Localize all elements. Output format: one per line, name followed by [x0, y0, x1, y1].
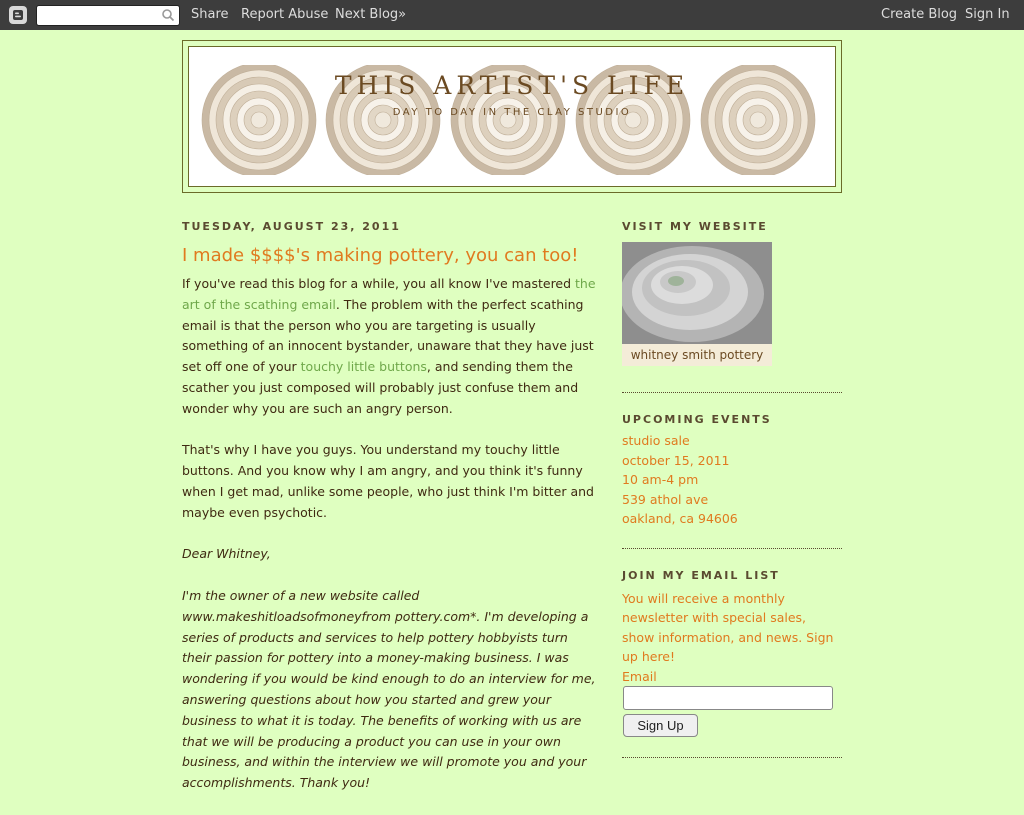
- event-line: 539 athol ave: [622, 491, 709, 507]
- post-date: TUESDAY, AUGUST 23, 2011: [182, 220, 401, 233]
- post-paragraph-3: Dear Whitney,: [182, 546, 271, 562]
- event-line: oakland, ca 94606: [622, 511, 738, 526]
- divider: [622, 757, 842, 758]
- divider: [622, 547, 842, 549]
- sign-up-button[interactable]: Sign Up: [623, 714, 698, 737]
- divider: [622, 392, 842, 393]
- email-list-description: You will receive a monthly newsletter wi…: [622, 590, 834, 665]
- create-blog-link[interactable]: Create Blog: [881, 7, 957, 22]
- header-banner: THIS ARTIST'S LIFE DAY TO DAY IN THE CLA…: [188, 46, 836, 187]
- event-line: 10 am-4 pm: [622, 472, 699, 487]
- blog-description: DAY TO DAY IN THE CLAY STUDIO: [392, 107, 632, 118]
- post-text: If you've read this blog for a while, yo…: [182, 276, 576, 291]
- email-list-heading: JOIN MY EMAIL LIST: [622, 568, 780, 582]
- sidebar: VISIT MY WEBSITE whitney smith pottery U…: [622, 220, 842, 758]
- post-body: If you've read this blog for a while, yo…: [182, 274, 596, 794]
- sign-in-link[interactable]: Sign In: [965, 7, 1010, 22]
- post-title[interactable]: I made $$$$'s making pottery, you can to…: [182, 244, 596, 268]
- website-caption: whitney smith pottery: [622, 344, 772, 366]
- event-line: studio sale: [622, 433, 690, 448]
- blogger-logo-icon[interactable]: [9, 6, 27, 24]
- report-abuse-link[interactable]: Report Abuse: [241, 7, 328, 22]
- events-list: studio sale october 15, 2011 10 am-4 pm …: [622, 431, 842, 529]
- next-blog-link[interactable]: Next Blog»: [335, 7, 406, 22]
- porcelain-flower-image: [622, 242, 772, 344]
- post-paragraph-1: If you've read this blog for a while, yo…: [182, 274, 596, 420]
- email-field[interactable]: [623, 686, 833, 710]
- search-icon[interactable]: [161, 8, 175, 22]
- post-paragraph-2: That's why I have you guys. You understa…: [182, 442, 594, 520]
- post-paragraph-4: I'm the owner of a new website called ww…: [182, 587, 596, 791]
- website-link-image[interactable]: whitney smith pottery: [622, 242, 772, 366]
- share-link[interactable]: Share: [191, 7, 229, 22]
- blogger-navbar: Share Report Abuse Next Blog» Create Blo…: [0, 0, 1024, 30]
- blog-header: THIS ARTIST'S LIFE DAY TO DAY IN THE CLA…: [182, 40, 842, 193]
- event-line: october 15, 2011: [622, 452, 730, 468]
- email-label: Email: [622, 668, 657, 684]
- events-heading: UPCOMING EVENTS: [622, 413, 772, 426]
- website-heading: VISIT MY WEBSITE: [622, 220, 768, 233]
- main-column: TUESDAY, AUGUST 23, 2011 I made $$$$'s m…: [182, 220, 596, 815]
- blog-title[interactable]: THIS ARTIST'S LIFE: [189, 71, 835, 100]
- search-input[interactable]: [36, 5, 180, 26]
- touchy-buttons-link[interactable]: touchy little buttons: [301, 359, 427, 374]
